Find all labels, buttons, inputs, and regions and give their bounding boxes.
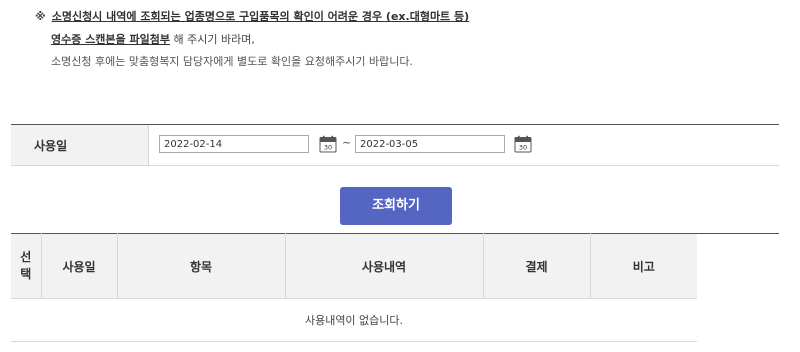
row-spacer (697, 299, 779, 342)
reference-mark: ※ (35, 10, 46, 23)
column-header-payment: 결제 (483, 233, 591, 299)
search-button[interactable]: 조회하기 (340, 187, 452, 225)
notice-line-2: 영수증 스캔본을 파일첨부 해 주시기 바라며, (51, 33, 255, 47)
notice-line-1-text: 소명신청시 내역에 조회되는 업종명으로 구입품목의 확인이 어려운 경우 (e… (51, 10, 470, 23)
notice-line-2-emphasis: 영수증 스캔본을 파일첨부 (51, 33, 170, 46)
notice-line-1: ※ 소명신청시 내역에 조회되는 업종명으로 구입품목의 확인이 어려운 경우 (… (35, 10, 469, 24)
column-header-use-date: 사용일 (41, 233, 118, 299)
start-date-input[interactable] (159, 135, 309, 153)
calendar-icon[interactable]: 30 (319, 135, 337, 153)
search-form: 사용일 30 ~ 30 (11, 124, 779, 166)
calendar-icon[interactable]: 30 (514, 135, 532, 153)
column-header-select-label: 선 택 (20, 250, 32, 281)
table-row: 사용내역이 없습니다. (11, 298, 779, 342)
date-range-separator: ~ (342, 136, 352, 149)
column-header-select: 선 택 (11, 233, 42, 299)
end-date-input[interactable] (355, 135, 505, 153)
empty-message: 사용내역이 없습니다. (11, 298, 697, 342)
column-header-item: 항목 (117, 233, 286, 299)
notice-line-3: 소명신청 후에는 맞춤형복지 담당자에게 별도로 확인을 요청해주시기 바랍니다… (51, 55, 413, 68)
header-spacer (697, 233, 779, 299)
column-header-remarks: 비고 (590, 233, 697, 299)
use-date-label: 사용일 (34, 139, 68, 153)
table-header-row: 선 택 사용일 항목 사용내역 결제 비고 (11, 233, 779, 299)
usage-history-table: 선 택 사용일 항목 사용내역 결제 비고 사용내역이 없습니다. (11, 233, 779, 342)
calendar-icon-number: 30 (324, 144, 332, 152)
column-header-usage-detail: 사용내역 (285, 233, 484, 299)
search-label-cell: 사용일 (11, 125, 149, 165)
notice-line-2-text: 해 주시기 바라며, (169, 33, 255, 46)
calendar-icon-number: 30 (519, 144, 527, 152)
